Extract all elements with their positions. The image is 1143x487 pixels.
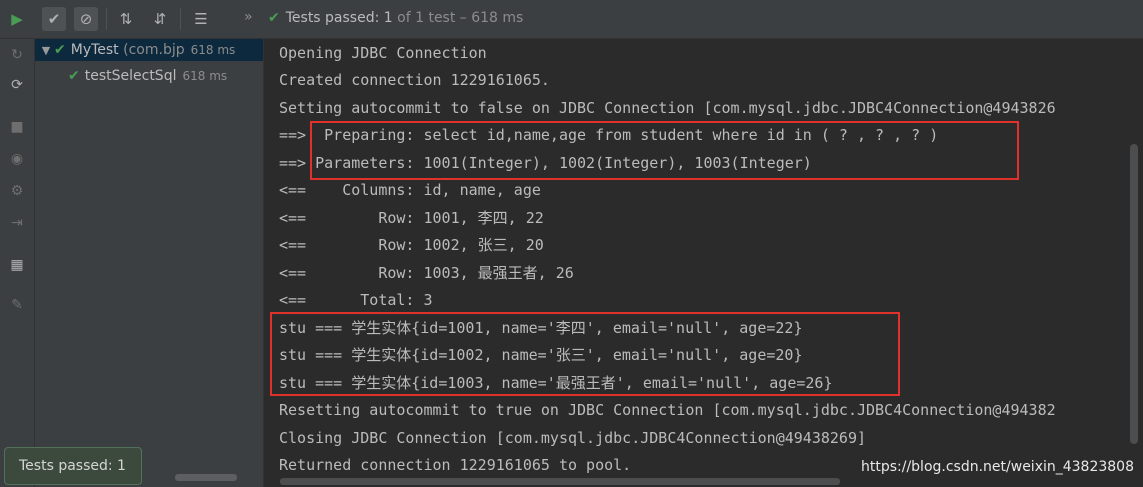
tree-item-testselectsql[interactable]: ✔ testSelectSql 618 ms	[35, 65, 263, 87]
tree-item-mytest[interactable]: ▼ ✔ MyTest (com.bjp 618 ms	[35, 39, 263, 61]
show-passed-icon[interactable]: ✔	[42, 7, 66, 31]
test-class-package: (com.bjp	[123, 42, 185, 58]
status-prefix: Tests passed:	[285, 10, 380, 26]
passed-check-icon: ✔	[268, 10, 280, 26]
status-suffix: of 1 test – 618 ms	[397, 10, 524, 26]
test-status-summary: ✔ Tests passed: 1 of 1 test – 618 ms	[268, 10, 523, 26]
result-highlight-box	[270, 312, 900, 396]
left-side-toolbar: ↻ ⟳ ■ ◉ ⚙ ⇥ ▦ ✎	[0, 39, 35, 487]
console-line: Opening JDBC Connection	[279, 44, 487, 62]
settings-icon[interactable]: ⚙	[5, 179, 29, 203]
console-line: Closing JDBC Connection [com.mysql.jdbc.…	[279, 429, 866, 447]
toolbar-separator	[106, 8, 107, 30]
test-runner-toolbar: ▶ ✔ ⊘ ⇅ ⇵ ☰ » ✔ Tests passed: 1 of 1 test…	[0, 0, 1143, 39]
console-horizontal-scrollbar[interactable]	[280, 478, 840, 485]
console-line: Returned connection 1229161065 to pool.	[279, 456, 632, 474]
sort-alpha-icon[interactable]: ⇅	[114, 7, 138, 31]
toolbar-separator	[180, 8, 181, 30]
sort-duration-icon[interactable]: ⇵	[148, 7, 172, 31]
show-ignored-icon[interactable]: ⊘	[74, 7, 98, 31]
test-class-name: MyTest	[70, 42, 119, 58]
stop-icon[interactable]: ■	[5, 115, 29, 139]
test-duration: 618 ms	[182, 69, 228, 83]
watermark: https://blog.csdn.net/weixin_43823808	[860, 459, 1134, 475]
more-actions-icon[interactable]: »	[244, 9, 253, 25]
chevron-down-icon[interactable]: ▼	[38, 44, 54, 57]
test-method-name: testSelectSql	[84, 68, 177, 84]
test-duration: 618 ms	[190, 43, 236, 57]
passed-check-icon: ✔	[68, 68, 80, 84]
console-output: Opening JDBC Connection Created connecti…	[264, 39, 1143, 487]
layout-icon[interactable]: ▦	[5, 253, 29, 277]
console-line: <== Row: 1002, 张三, 20	[279, 236, 544, 254]
run-icon[interactable]: ▶	[5, 7, 29, 31]
console-line: <== Row: 1003, 最强王者, 26	[279, 264, 574, 282]
status-count: 1	[383, 10, 393, 26]
camera-icon[interactable]: ◉	[5, 147, 29, 171]
console-line: <== Total: 3	[279, 291, 433, 309]
import-icon[interactable]: ⇥	[5, 211, 29, 235]
toast-text: Tests passed: 1	[19, 458, 126, 474]
console-line: Resetting autocommit to true on JDBC Con…	[279, 401, 1056, 419]
console-line: Setting autocommit to false on JDBC Conn…	[279, 99, 1056, 117]
test-results-tree: ▼ ✔ MyTest (com.bjp 618 ms ✔ testSelectS…	[35, 39, 264, 487]
toggle-autotest-icon[interactable]: ⟳	[5, 73, 29, 97]
tests-passed-toast[interactable]: Tests passed: 1	[4, 447, 142, 485]
passed-check-icon: ✔	[54, 42, 66, 58]
pin-icon[interactable]: ✎	[5, 293, 29, 317]
console-vertical-scrollbar[interactable]	[1130, 144, 1138, 444]
expand-all-icon[interactable]: ☰	[189, 7, 213, 31]
sql-highlight-box	[310, 121, 1019, 180]
tree-horizontal-scrollbar[interactable]	[175, 474, 237, 481]
console-line: <== Row: 1001, 李四, 22	[279, 209, 544, 227]
console-line: Created connection 1229161065.	[279, 71, 550, 89]
rerun-failed-icon[interactable]: ↻	[5, 43, 29, 67]
console-line: <== Columns: id, name, age	[279, 181, 541, 199]
